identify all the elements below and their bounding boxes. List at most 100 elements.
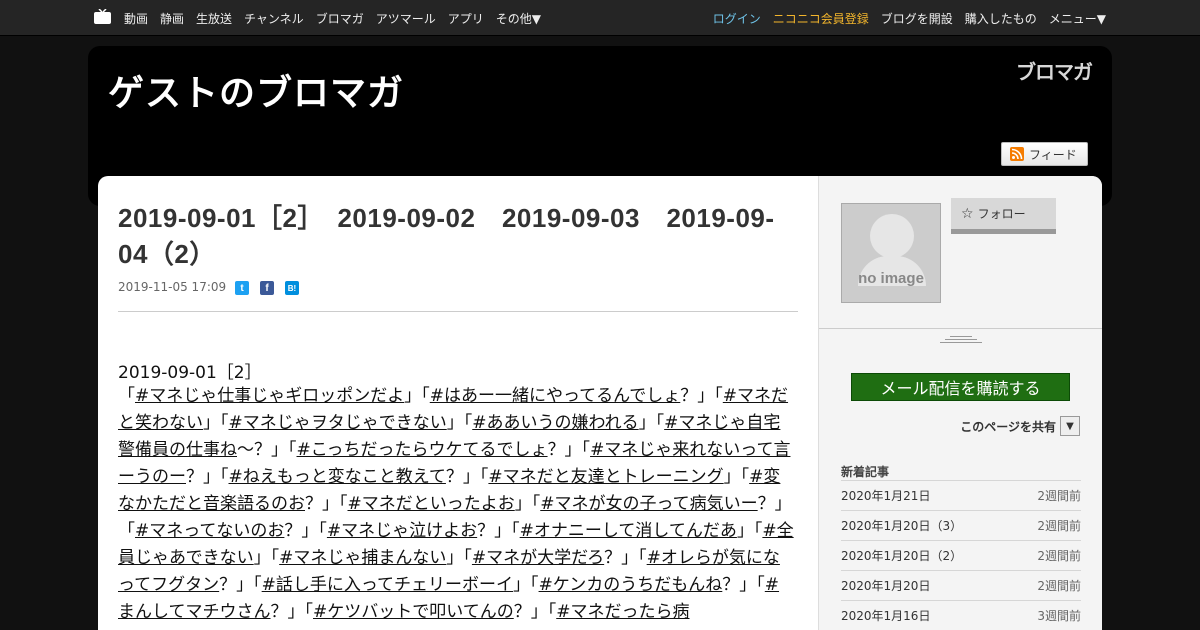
- body-text-fragment: ？」「: [513, 602, 557, 622]
- body-text-fragment: 」「: [723, 467, 750, 487]
- hashtag-link[interactable]: #マネじゃ泣けよお: [327, 521, 477, 541]
- hashtag-link[interactable]: #ねえもっと変なこと教えて: [229, 467, 446, 487]
- recent-articles-heading: 新着記事: [841, 465, 890, 479]
- hashtag-link[interactable]: #マネじゃ仕事じゃギロッポンだよ: [135, 386, 404, 406]
- hashtag-link[interactable]: #オナニーして消してんだあ: [520, 521, 737, 541]
- body-text-fragment: ？」「: [604, 548, 647, 568]
- rss-icon: [1010, 147, 1024, 161]
- recent-article-title[interactable]: 2020年1月20日: [841, 577, 930, 594]
- article-title[interactable]: 2019-09-01［2］ 2019-09-02 2019-09-03 2019…: [118, 200, 798, 272]
- sidebar-separator: [819, 328, 1102, 329]
- body-text-fragment: 」「: [253, 548, 280, 568]
- global-nav: 動画 静画 生放送 チャンネル ブロマガ アツマール アプリ その他▼ ログイン…: [0, 0, 1200, 36]
- body-text-fragment: ？」「: [722, 575, 765, 595]
- recent-article-title[interactable]: 2020年1月20日（3）: [841, 517, 962, 534]
- nav-left-links: 動画 静画 生放送 チャンネル ブロマガ アツマール アプリ その他▼: [124, 0, 553, 36]
- share-page-label: このページを共有: [960, 419, 1056, 434]
- hashtag-link[interactable]: #マネだと友達とトレーニング: [488, 467, 723, 487]
- no-image-label: no image: [858, 270, 924, 287]
- body-text-fragment: ？」「: [284, 521, 327, 541]
- hashtag-link[interactable]: #マネじゃヲタじゃできない: [229, 413, 447, 433]
- body-text-fragment: ？」「: [680, 386, 723, 406]
- hashtag-link[interactable]: #話し手に入ってチェリーボーイ: [262, 575, 513, 595]
- hashtag-link[interactable]: #はあー一緒にやってるんでしょ: [430, 386, 681, 406]
- article-main: 2019-09-01［2］ 2019-09-02 2019-09-03 2019…: [98, 176, 818, 630]
- hashtag-link[interactable]: #こっちだったらウケてるでしょ: [297, 440, 548, 460]
- body-text-fragment: 」「: [446, 548, 472, 568]
- nav-link-douga[interactable]: 動画: [124, 10, 148, 27]
- open-blog-link[interactable]: ブログを開設: [881, 10, 953, 27]
- nav-link-blomaga[interactable]: ブロマガ: [316, 10, 364, 27]
- niconico-tv-icon[interactable]: [94, 9, 111, 24]
- list-item[interactable]: 2020年1月20日（3） 2週間前: [841, 510, 1081, 540]
- title-divider: [118, 311, 798, 312]
- follow-button[interactable]: ☆ フォロー: [951, 198, 1056, 234]
- recent-article-age: 2週間前: [1037, 549, 1081, 563]
- hashtag-link[interactable]: #マネが大学だろ: [472, 548, 604, 568]
- login-link[interactable]: ログイン: [713, 10, 761, 27]
- body-text-fragment: ？」「: [186, 467, 229, 487]
- facebook-icon[interactable]: f: [260, 281, 274, 295]
- follow-label: フォロー: [977, 207, 1026, 221]
- nav-link-atsumaru[interactable]: アツマール: [376, 10, 436, 27]
- menu-dropdown[interactable]: メニュー▼: [1049, 10, 1106, 27]
- article-date: 2019-11-05 17:09: [118, 280, 227, 294]
- hashtag-link[interactable]: #マネじゃ捕まんない: [279, 548, 446, 568]
- hashtag-link[interactable]: #マネだといったよお: [348, 494, 515, 514]
- body-text-fragment: ？」「: [270, 602, 314, 622]
- body-text-fragment: 」「: [513, 575, 539, 595]
- hashtag-link[interactable]: #ケンカのうちだもんね: [539, 575, 723, 595]
- list-item[interactable]: 2020年1月20日 2週間前: [841, 570, 1081, 600]
- body-text-fragment: ？」「: [477, 521, 520, 541]
- recent-article-title[interactable]: 2020年1月21日: [841, 487, 930, 504]
- collapse-grip-icon[interactable]: [940, 336, 982, 344]
- register-link[interactable]: ニコニコ会員登録: [773, 10, 869, 27]
- hatena-bookmark-icon[interactable]: B!: [285, 281, 299, 295]
- nav-link-other-menu[interactable]: その他▼: [496, 10, 541, 27]
- body-text-fragment: 〜？」「: [237, 440, 297, 460]
- subscribe-button[interactable]: メール配信を購読する: [851, 373, 1070, 401]
- list-item[interactable]: 2020年1月21日 2週間前: [841, 480, 1081, 510]
- body-heading: 2019-09-01［2］: [118, 363, 262, 383]
- body-text-fragment: 」「: [736, 521, 763, 541]
- nav-link-channel[interactable]: チャンネル: [244, 10, 304, 27]
- hashtag-link[interactable]: #マネが女の子って病気いー: [540, 494, 757, 514]
- avatar-head-shape: [870, 214, 914, 258]
- hashtag-link[interactable]: #ケツバットで叩いてんの: [313, 602, 514, 622]
- recent-article-age: 2週間前: [1037, 489, 1081, 503]
- feed-label: フィード: [1029, 147, 1077, 162]
- list-item[interactable]: 2020年1月16日 3週間前: [841, 600, 1081, 630]
- avatar[interactable]: no image: [841, 203, 941, 303]
- recent-article-age: 2週間前: [1037, 519, 1081, 533]
- body-text-fragment: 「: [118, 386, 135, 406]
- list-item[interactable]: 2020年1月20日（2） 2週間前: [841, 540, 1081, 570]
- recent-article-age: 3週間前: [1037, 609, 1081, 623]
- content-panel: 2019-09-01［2］ 2019-09-02 2019-09-03 2019…: [98, 176, 1102, 630]
- purchased-link[interactable]: 購入したもの: [965, 10, 1037, 27]
- body-text-fragment: ？」「: [445, 467, 489, 487]
- body-text-fragment: ？」「: [305, 494, 348, 514]
- body-text-fragment: 」「: [446, 413, 473, 433]
- body-text-fragment: 」「: [404, 386, 430, 406]
- feed-button[interactable]: フィード: [1001, 142, 1088, 166]
- body-text-fragment: ？」「: [547, 440, 591, 460]
- share-icons: t f B!: [235, 281, 310, 295]
- share-dropdown-icon[interactable]: ▼: [1060, 416, 1080, 436]
- blog-title[interactable]: ゲストのブロマガ: [108, 64, 404, 116]
- nav-right-links: ログイン ニコニコ会員登録 ブログを開設 購入したもの メニュー▼: [701, 0, 1106, 36]
- nav-link-app[interactable]: アプリ: [448, 10, 484, 27]
- star-icon: ☆: [961, 205, 974, 222]
- share-page: このページを共有 ▼: [960, 416, 1080, 436]
- article-body: 「#マネじゃ仕事じゃギロッポンだよ」「#はあー一緒にやってるんでしょ？」「#マネ…: [118, 383, 794, 626]
- blomaga-logo[interactable]: ブロマガ: [1016, 56, 1093, 85]
- twitter-icon[interactable]: t: [235, 281, 249, 295]
- hashtag-link[interactable]: #マネだったら病: [556, 602, 689, 622]
- nav-link-seiga[interactable]: 静画: [160, 10, 184, 27]
- body-text-fragment: 」「: [638, 413, 665, 433]
- recent-article-title[interactable]: 2020年1月16日: [841, 607, 930, 624]
- hashtag-link[interactable]: #ああいうの嫌われる: [472, 413, 638, 433]
- hashtag-link[interactable]: #マネってないのお: [135, 521, 284, 541]
- nav-link-live[interactable]: 生放送: [196, 10, 232, 27]
- body-text-fragment: 」「: [514, 494, 541, 514]
- recent-article-title[interactable]: 2020年1月20日（2）: [841, 547, 962, 564]
